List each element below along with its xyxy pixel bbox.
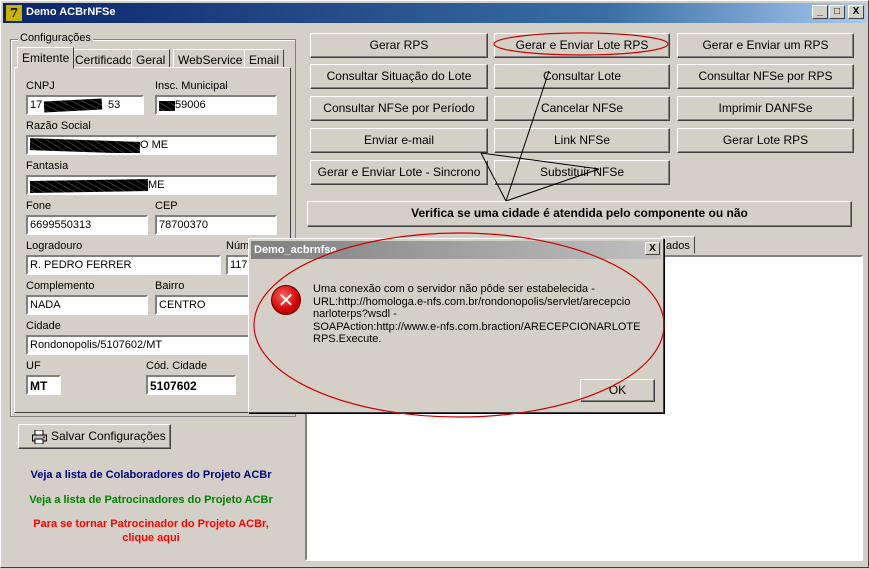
substituir-nfse-button[interactable]: Substituir NFSe — [494, 160, 670, 185]
razao-social-value: O ME — [140, 139, 169, 151]
result-tab-partial[interactable]: ados — [661, 236, 695, 254]
window-title: Demo ACBrNFSe — [26, 6, 116, 18]
cnpj-field[interactable]: 17 53 — [26, 95, 144, 115]
fantasia-field[interactable]: ME — [26, 175, 277, 195]
logradouro-label: Logradouro — [26, 240, 83, 252]
consultar-situacao-lote-button[interactable]: Consultar Situação do Lote — [310, 64, 488, 89]
save-printer-icon — [32, 429, 47, 445]
gerar-enviar-sincrono-button[interactable]: Gerar e Enviar Lote - Sincrono — [310, 160, 488, 185]
cep-field[interactable]: 78700370 — [155, 215, 277, 235]
tornar-patrocinador-line1: Para se tornar Patrocinador do Projeto A… — [33, 518, 269, 530]
dialog-title-bar: Demo_acbrnfse X — [251, 241, 661, 259]
redaction-scribble — [29, 178, 149, 193]
error-message-line: RPS.Execute. — [313, 333, 382, 345]
complemento-field[interactable]: NADA — [26, 295, 148, 315]
title-bar: 7 Demo ACBrNFSe _ □ X — [3, 3, 866, 23]
redaction-scribble — [159, 101, 175, 111]
complemento-label: Complemento — [26, 280, 95, 292]
redaction-scribble — [29, 138, 141, 153]
tornar-patrocinador-link[interactable]: Para se tornar Patrocinador do Projeto A… — [13, 518, 289, 544]
razao-social-label: Razão Social — [26, 120, 91, 132]
insc-municipal-label: Insc. Municipal — [155, 80, 228, 92]
cep-label: CEP — [155, 200, 178, 212]
consultar-nfse-periodo-button[interactable]: Consultar NFSe por Período — [310, 96, 488, 121]
gerar-enviar-um-rps-button[interactable]: Gerar e Enviar um RPS — [677, 33, 854, 58]
ok-button[interactable]: OK — [580, 379, 655, 402]
cnpj-label: CNPJ — [26, 80, 55, 92]
tab-geral[interactable]: Geral — [131, 49, 171, 69]
cnpj-value: 17 — [30, 99, 43, 111]
link-nfse-button[interactable]: Link NFSe — [494, 128, 670, 153]
dialog-title: Demo_acbrnfse — [254, 244, 337, 256]
config-legend: Configurações — [18, 32, 93, 44]
fone-label: Fone — [26, 200, 52, 212]
tornar-patrocinador-line2: clique aqui — [122, 532, 180, 544]
patrocinadores-link[interactable]: Veja a lista de Patrocinadores do Projet… — [13, 494, 289, 506]
cidade-field[interactable]: Rondonopolis/5107602/MT — [26, 335, 277, 355]
cidade-label: Cidade — [26, 320, 61, 332]
tab-email[interactable]: Email — [244, 49, 285, 69]
error-icon: ✕ — [271, 285, 301, 315]
error-dialog: Demo_acbrnfse X ✕ Uma conexão com o serv… — [248, 238, 664, 413]
save-config-label: Salvar Configurações — [51, 429, 166, 443]
tab-certificado[interactable]: Certificado — [70, 49, 138, 69]
tab-emitente[interactable]: Emitente — [17, 47, 75, 69]
app-icon: 7 — [6, 5, 22, 21]
gerar-rps-button[interactable]: Gerar RPS — [310, 33, 488, 58]
save-config-button[interactable]: Salvar Configurações — [18, 424, 171, 449]
gerar-lote-rps-button[interactable]: Gerar Lote RPS — [677, 128, 854, 153]
razao-social-field[interactable]: O ME — [26, 135, 277, 155]
logradouro-field[interactable]: R. PEDRO FERRER — [26, 255, 221, 275]
cod-cidade-field[interactable]: 5107602 — [146, 375, 236, 395]
error-message: Uma conexão com o servidor não pôde ser … — [313, 283, 653, 346]
consultar-nfse-rps-button[interactable]: Consultar NFSe por RPS — [677, 64, 854, 89]
gerar-enviar-lote-rps-button[interactable]: Gerar e Enviar Lote RPS — [494, 33, 670, 58]
consultar-lote-button[interactable]: Consultar Lote — [494, 64, 670, 89]
numero-label: Núm — [226, 240, 250, 252]
fone-field[interactable]: 6699550313 — [26, 215, 148, 235]
verifica-cidade-button[interactable]: Verifica se uma cidade é atendida pelo c… — [307, 201, 852, 227]
dialog-close-button[interactable]: X — [645, 242, 660, 255]
main-window: 7 Demo ACBrNFSe _ □ X Configurações Emit… — [0, 0, 869, 568]
fantasia-label: Fantasia — [26, 160, 69, 172]
cnpj-value-tail: 53 — [108, 99, 121, 111]
error-message-line: SOAPAction:http://www.e-nfs.com.braction… — [313, 320, 641, 333]
redaction-scribble — [43, 98, 103, 113]
fantasia-value: ME — [148, 179, 165, 191]
close-button[interactable]: X — [848, 5, 864, 19]
tab-webservice[interactable]: WebService — [173, 49, 248, 69]
minimize-button[interactable]: _ — [812, 5, 828, 19]
uf-field[interactable]: MT — [26, 375, 61, 395]
enviar-email-button[interactable]: Enviar e-mail — [310, 128, 488, 153]
maximize-button[interactable]: □ — [829, 5, 845, 19]
error-message-line: Uma conexão com o servidor não pôde ser … — [313, 283, 595, 295]
cancelar-nfse-button[interactable]: Cancelar NFSe — [494, 96, 670, 121]
uf-label: UF — [26, 360, 41, 372]
error-message-line: narloterps?wsdl - — [313, 308, 397, 320]
cod-cidade-label: Cód. Cidade — [146, 360, 208, 372]
error-message-line: URL:http://homologa.e-nfs.com.br/rondono… — [313, 295, 631, 308]
imprimir-danfse-button[interactable]: Imprimir DANFSe — [677, 96, 854, 121]
insc-municipal-value: 59006 — [175, 99, 206, 111]
insc-municipal-field[interactable]: 59006 — [155, 95, 277, 115]
bairro-label: Bairro — [155, 280, 185, 292]
colaboradores-link[interactable]: Veja a lista de Colaboradores do Projeto… — [13, 469, 289, 481]
